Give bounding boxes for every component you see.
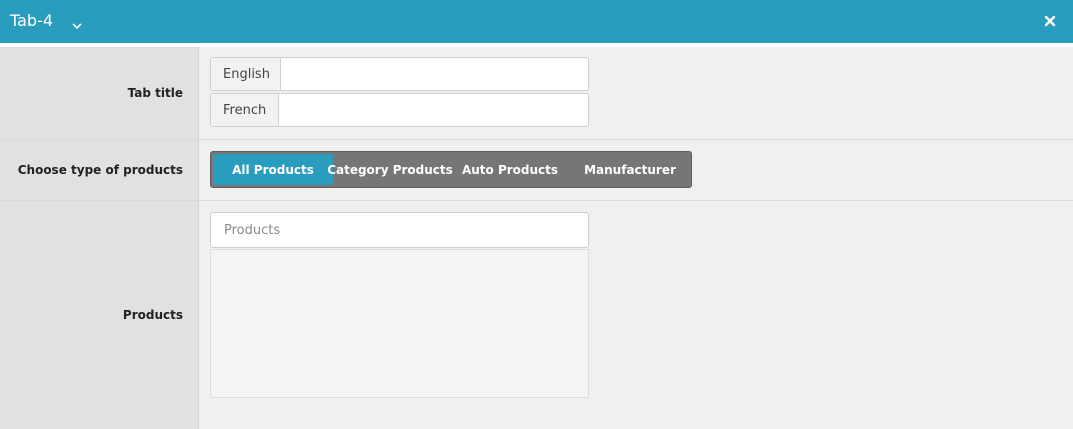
all-products-button[interactable]: All Products [213, 154, 333, 185]
product-type-switch: All Products Category Products Auto Prod… [210, 151, 692, 188]
products-search-input[interactable] [210, 212, 589, 248]
products-row: Products [0, 201, 1073, 429]
tab-title-heading: Tab-4 [10, 11, 54, 30]
tab-title-english-input[interactable] [281, 58, 588, 90]
close-icon[interactable] [1043, 13, 1057, 27]
chevron-down-icon[interactable] [72, 16, 82, 30]
auto-products-button[interactable]: Auto Products [447, 154, 573, 185]
tab-panel: Tab-4 Tab title English French Choose ty… [0, 0, 1073, 429]
tab-title-english-group: English [210, 57, 589, 91]
tab-title-label: Tab title [127, 86, 183, 100]
product-type-label: Choose type of products [17, 163, 183, 177]
tab-title-french-input[interactable] [279, 94, 588, 126]
manufacturer-button[interactable]: Manufacturer [573, 154, 687, 185]
product-type-row: Choose type of products All Products Cat… [0, 140, 1073, 201]
products-label-cell: Products [0, 201, 199, 429]
products-body [199, 201, 1073, 429]
tab-title-fields: English French [199, 47, 1073, 139]
product-type-body: All Products Category Products Auto Prod… [199, 140, 1073, 200]
product-type-label-cell: Choose type of products [0, 140, 199, 200]
english-addon: English [211, 58, 281, 90]
tab-title-label-cell: Tab title [0, 47, 199, 139]
french-addon: French [211, 94, 279, 126]
products-label: Products [122, 308, 183, 322]
tab-header[interactable]: Tab-4 [0, 0, 1073, 43]
products-list[interactable] [210, 249, 589, 398]
category-products-button[interactable]: Category Products [327, 154, 453, 185]
tab-title-row: Tab title English French [0, 47, 1073, 140]
tab-title-french-group: French [210, 93, 589, 127]
